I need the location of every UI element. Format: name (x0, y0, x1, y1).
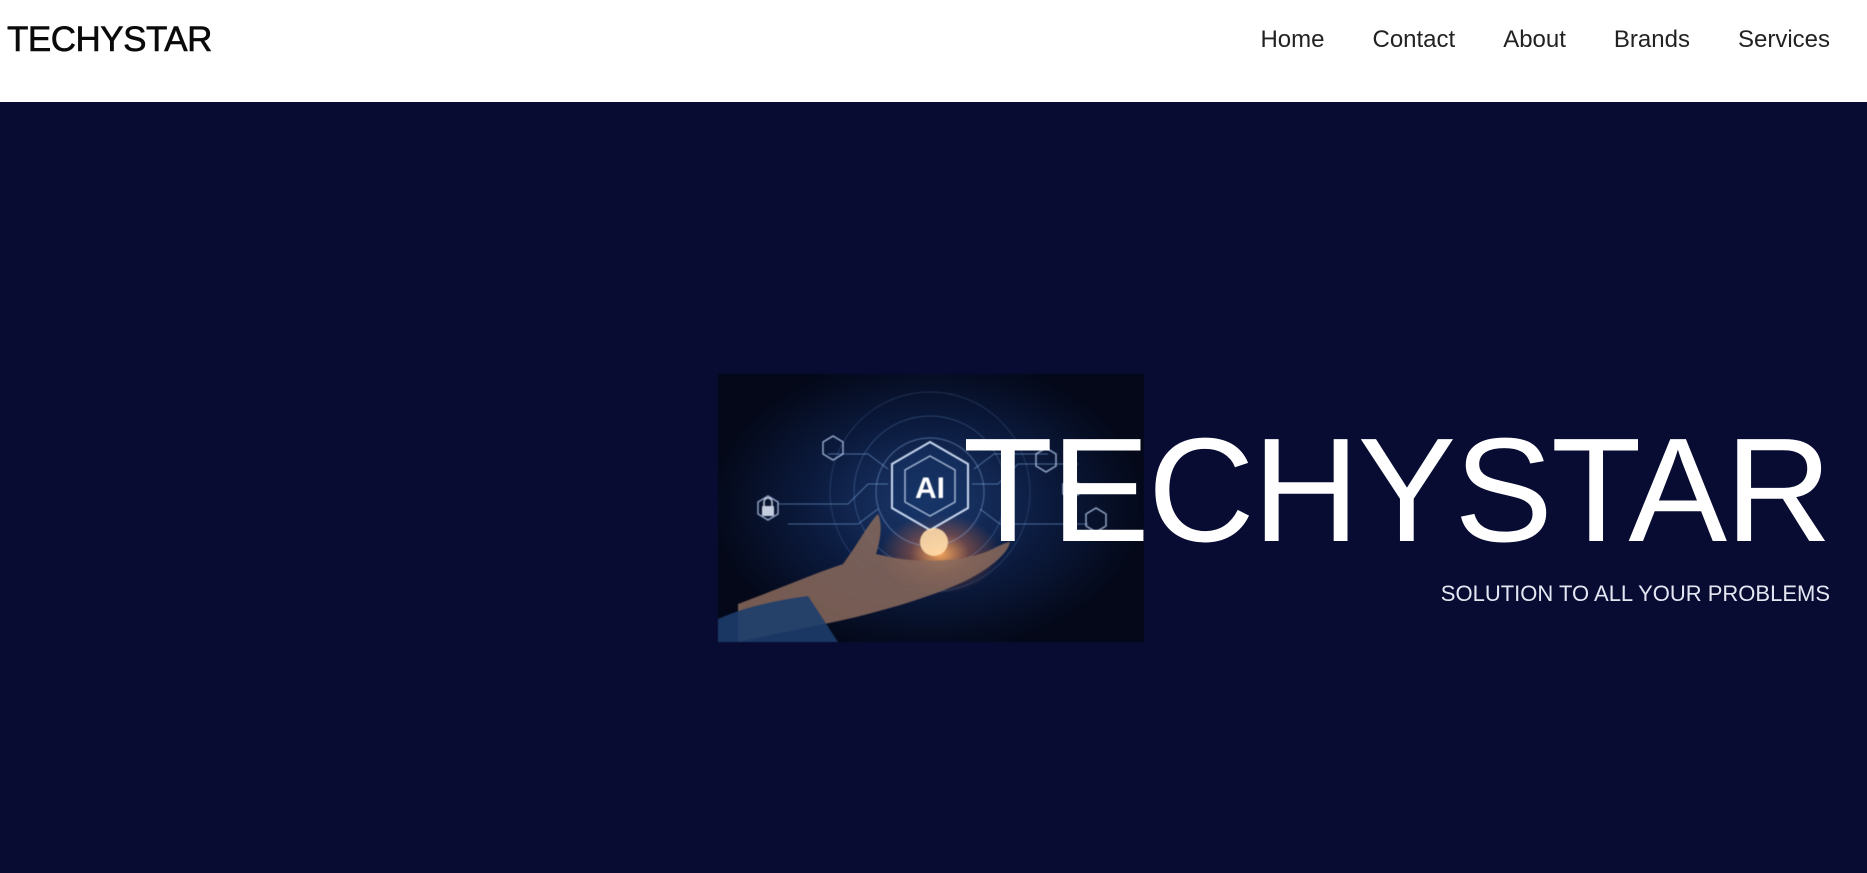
hero-subtitle: SOLUTION TO ALL YOUR PROBLEMS (1440, 581, 1830, 606)
nav-link-home[interactable]: Home (1260, 24, 1324, 56)
nav-link-about[interactable]: About (1503, 24, 1566, 56)
nav-link-services[interactable]: Services (1738, 24, 1830, 56)
lock-icon (762, 497, 774, 516)
hero-section: AI TECHYSTAR SOLUTION TO ALL YOUR PROBLE… (0, 102, 1867, 873)
hero-title: TECHYSTAR (962, 408, 1832, 573)
nav-links: Home Contact About Brands Services (1260, 24, 1830, 56)
nav-link-brands[interactable]: Brands (1614, 24, 1690, 56)
brand-logo[interactable]: TECHYSTAR (7, 18, 213, 62)
ai-badge-text: AI (915, 472, 945, 505)
nav-link-contact[interactable]: Contact (1372, 24, 1455, 56)
navbar: TECHYSTAR Home Contact About Brands Serv… (0, 0, 1867, 102)
